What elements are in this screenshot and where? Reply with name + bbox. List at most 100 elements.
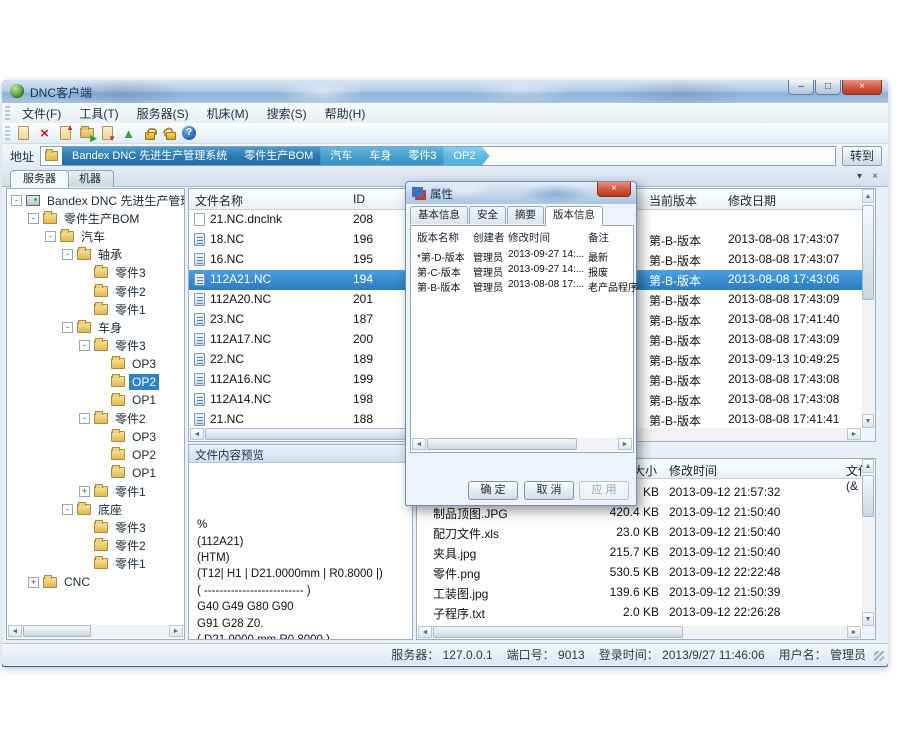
tree-item[interactable]: 零件1 (7, 300, 184, 318)
tab-server[interactable]: 服务器 (10, 170, 69, 188)
tree-item[interactable]: 零件2 (7, 537, 184, 555)
tree-expander[interactable] (79, 522, 90, 533)
tree-expander[interactable] (96, 395, 107, 406)
tree-item[interactable]: - 车身 (7, 318, 184, 336)
tree-item[interactable]: 零件3 (7, 264, 184, 282)
col-creator[interactable]: 创建者 (473, 230, 505, 245)
upload-arrow-icon[interactable]: ▲ (119, 125, 138, 142)
go-button[interactable]: 转到 (842, 146, 882, 166)
checkout-download-icon[interactable]: ▼ (98, 125, 117, 142)
lock-icon[interactable] (140, 125, 159, 142)
tree-item[interactable]: - 底座 (7, 500, 184, 518)
dialog-button[interactable]: 应 用 (579, 481, 629, 500)
maximize-button[interactable]: □ (815, 80, 841, 95)
tab-machine[interactable]: 机器 (66, 170, 114, 187)
version-row[interactable]: 第-B-版本 管理员 2013-08-08 17:... 老产品程序 (411, 278, 633, 293)
tabstrip-close-icon[interactable]: × (872, 171, 878, 182)
col-current-version[interactable]: 当前版本 (649, 192, 697, 209)
tabstrip-dropdown-icon[interactable]: ▾ (857, 171, 862, 182)
tree-expander[interactable] (96, 449, 107, 460)
dialog-hscrollbar[interactable]: ◄ ► (412, 438, 632, 451)
tree-expander[interactable] (96, 431, 107, 442)
tree-item[interactable]: - 轴承 (7, 246, 184, 264)
breadcrumb-segment[interactable]: 零件3 (398, 146, 450, 166)
col-note[interactable]: 备注 (588, 230, 609, 245)
menu-item[interactable]: 文件(F) (13, 103, 70, 124)
col-id[interactable]: ID (353, 192, 365, 206)
close-button[interactable]: × (842, 80, 882, 95)
tree-item[interactable]: - 零件2 (7, 409, 184, 427)
help-icon[interactable]: ? (182, 126, 196, 140)
tree-expander[interactable] (96, 467, 107, 478)
minimize-button[interactable]: – (788, 80, 814, 95)
breadcrumb-segment[interactable]: 零件生产BOM (234, 146, 327, 166)
tree-item[interactable]: + CNC (7, 573, 184, 591)
resize-grip[interactable] (874, 651, 884, 661)
col-version-name[interactable]: 版本名称 (417, 230, 459, 245)
version-row[interactable]: *第-D-版本 管理员 2013-09-27 14:... 最新 (411, 248, 633, 263)
tree-item[interactable]: OP2 (7, 373, 184, 391)
attachment-row[interactable]: 配刀文件.xls 23.0 KB 2013-09-12 21:50:40 (417, 523, 875, 543)
breadcrumb-segment[interactable]: OP2 (443, 146, 489, 166)
tree-expander[interactable]: - (62, 249, 73, 260)
tree-expander[interactable] (79, 558, 90, 569)
tree-item[interactable]: - Bandex DNC 先进生产管理系 (7, 191, 184, 209)
tree-expander[interactable] (79, 267, 90, 278)
dialog-button[interactable]: 确 定 (468, 481, 518, 500)
tree-expander[interactable] (79, 286, 90, 297)
tree-item[interactable]: - 零件生产BOM (7, 209, 184, 227)
tree-expander[interactable]: - (62, 322, 73, 333)
col-file-name[interactable]: 文件名称 (195, 192, 243, 209)
attachments-vscrollbar[interactable]: ▲ ▼ (862, 459, 875, 639)
tree-item[interactable]: - 零件3 (7, 337, 184, 355)
attachments-hscrollbar[interactable]: ◄ ► (418, 626, 861, 639)
tree-expander[interactable]: + (28, 577, 39, 588)
checkin-upload-icon[interactable]: ▲ (56, 125, 75, 142)
tree-item[interactable]: 零件3 (7, 518, 184, 536)
tree-item[interactable]: + 零件1 (7, 482, 184, 500)
tree-item[interactable]: OP1 (7, 391, 184, 409)
dialog-close-button[interactable]: × (597, 182, 631, 197)
menu-item[interactable]: 帮助(H) (316, 103, 375, 124)
dialog-tab[interactable]: 基本信息 (410, 206, 468, 224)
new-document-icon[interactable] (14, 125, 33, 142)
tree-item[interactable]: OP3 (7, 355, 184, 373)
send-to-folder-icon[interactable]: ▶ (77, 125, 96, 142)
delete-icon[interactable]: × (35, 125, 54, 142)
tree-hscrollbar[interactable]: ◄ ► (8, 625, 183, 638)
tree-item[interactable]: OP3 (7, 427, 184, 445)
tree-expander[interactable]: - (11, 195, 22, 206)
menu-item[interactable]: 机床(M) (198, 103, 258, 124)
attachment-row[interactable]: 制品顶图.JPG 420.4 KB 2013-09-12 21:50:40 (417, 503, 875, 523)
tree-expander[interactable] (79, 304, 90, 315)
col-mtime[interactable]: 修改时间 (669, 462, 717, 479)
tree-expander[interactable] (96, 376, 107, 387)
tree-expander[interactable]: - (28, 213, 39, 224)
unlock-icon[interactable] (161, 125, 180, 142)
dialog-tab[interactable]: 摘要 (507, 206, 544, 224)
attachment-row[interactable]: 工装图.jpg 139.6 KB 2013-09-12 21:50:39 (417, 583, 875, 603)
tree-item[interactable]: - 汽车 (7, 227, 184, 245)
version-row[interactable]: 第-C-版本 管理员 2013-09-27 14:... 报废 (411, 263, 633, 278)
menu-item[interactable]: 服务器(S) (128, 103, 198, 124)
dialog-button[interactable]: 取 消 (524, 481, 574, 500)
tree-expander[interactable]: - (79, 413, 90, 424)
attachment-row[interactable]: 夹具.jpg 215.7 KB 2013-09-12 21:50:40 (417, 543, 875, 563)
attachment-row[interactable]: 子程序.txt 2.0 KB 2013-09-12 22:26:28 (417, 603, 875, 623)
menu-item[interactable]: 搜索(S) (258, 103, 316, 124)
tree-expander[interactable]: + (79, 486, 90, 497)
tree-expander[interactable] (96, 358, 107, 369)
col-modified-time[interactable]: 修改时间 (508, 230, 550, 245)
dialog-tab[interactable]: 安全 (469, 206, 506, 224)
file-list-vscrollbar[interactable]: ▲ ▼ (862, 189, 875, 441)
col-modified-date[interactable]: 修改日期 (728, 192, 776, 209)
breadcrumb-segment[interactable]: Bandex DNC 先进生产管理系统 (62, 146, 241, 166)
attachment-row[interactable]: 零件.png 530.5 KB 2013-09-12 22:22:48 (417, 563, 875, 583)
tree-expander[interactable]: - (79, 340, 90, 351)
tree-expander[interactable]: - (62, 504, 73, 515)
tree-item[interactable]: 零件1 (7, 555, 184, 573)
tree-item[interactable]: OP1 (7, 464, 184, 482)
menu-item[interactable]: 工具(T) (70, 103, 127, 124)
tree-item[interactable]: OP2 (7, 446, 184, 464)
dialog-tab[interactable]: 版本信息 (545, 206, 603, 226)
